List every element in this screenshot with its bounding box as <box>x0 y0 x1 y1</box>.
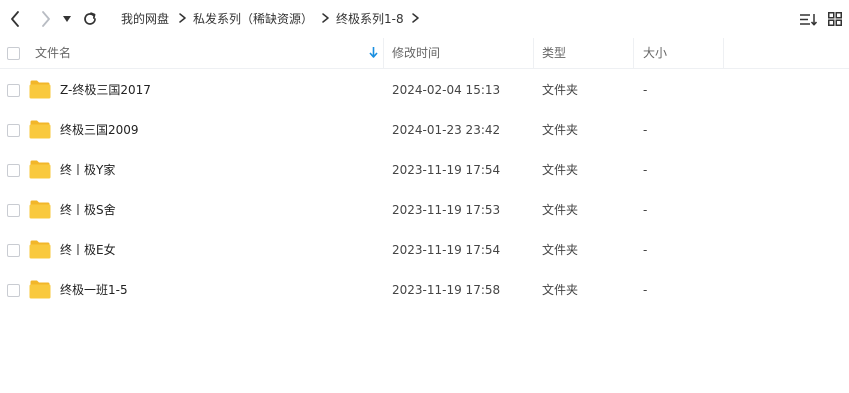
file-type: 文件夹 <box>542 83 579 97</box>
column-header-modified[interactable]: 修改时间 <box>392 46 440 60</box>
history-dropdown[interactable] <box>63 13 71 25</box>
file-modified: 2023-11-19 17:54 <box>392 243 501 257</box>
refresh-icon <box>84 12 96 25</box>
toolbar: 我的网盘 私发系列（稀缺资源） 终极系列1-8 <box>0 0 849 38</box>
file-name[interactable]: Z-终极三国2017 <box>60 83 151 97</box>
column-divider[interactable] <box>533 38 534 68</box>
column-divider[interactable] <box>383 38 384 68</box>
file-row[interactable]: 终丨极Y家 2023-11-19 17:54 文件夹 - <box>0 150 849 190</box>
file-type: 文件夹 <box>542 203 579 217</box>
column-header-type[interactable]: 类型 <box>542 46 566 60</box>
file-row[interactable]: 终极三国2009 2024-01-23 23:42 文件夹 - <box>0 110 849 150</box>
file-table-header: 文件名 修改时间 类型 大小 <box>0 38 849 69</box>
row-checkbox[interactable] <box>7 84 20 97</box>
file-size: - <box>643 283 648 297</box>
folder-icon <box>29 240 51 259</box>
breadcrumb-item-current[interactable]: 终极系列1-8 <box>336 11 404 27</box>
file-name[interactable]: 终丨极E女 <box>60 243 116 257</box>
file-size: - <box>643 243 648 257</box>
file-type: 文件夹 <box>542 163 579 177</box>
file-modified: 2024-01-23 23:42 <box>392 123 501 137</box>
sort-list-icon <box>799 13 817 26</box>
breadcrumb-item-root[interactable]: 我的网盘 <box>121 11 169 27</box>
file-type: 文件夹 <box>542 283 579 297</box>
back-button[interactable] <box>6 10 24 28</box>
folder-icon <box>29 160 51 179</box>
select-all-checkbox[interactable] <box>7 47 20 60</box>
file-type: 文件夹 <box>542 123 579 137</box>
row-checkbox[interactable] <box>7 204 20 217</box>
folder-icon <box>29 120 51 139</box>
file-name[interactable]: 终极一班1-5 <box>60 283 128 297</box>
row-checkbox[interactable] <box>7 124 20 137</box>
sort-down-arrow-icon[interactable] <box>369 47 378 61</box>
column-header-size[interactable]: 大小 <box>643 46 667 60</box>
file-modified: 2023-11-19 17:58 <box>392 283 501 297</box>
file-size: - <box>643 123 648 137</box>
row-checkbox[interactable] <box>7 164 20 177</box>
breadcrumb-item-private[interactable]: 私发系列（稀缺资源） <box>193 11 313 27</box>
folder-icon <box>29 200 51 219</box>
folder-icon <box>29 280 51 299</box>
file-size: - <box>643 203 648 217</box>
refresh-button[interactable] <box>81 10 99 28</box>
file-size: - <box>643 163 648 177</box>
grid-view-icon <box>828 12 842 26</box>
file-row[interactable]: Z-终极三国2017 2024-02-04 15:13 文件夹 - <box>0 70 849 110</box>
column-divider[interactable] <box>633 38 634 68</box>
file-size: - <box>643 83 648 97</box>
chevron-left-icon <box>11 11 19 27</box>
file-name[interactable]: 终丨极Y家 <box>60 163 115 177</box>
chevron-right-icon <box>42 11 50 27</box>
file-modified: 2023-11-19 17:53 <box>392 203 501 217</box>
file-list: Z-终极三国2017 2024-02-04 15:13 文件夹 - 终极三国20… <box>0 69 849 310</box>
row-checkbox[interactable] <box>7 244 20 257</box>
folder-icon <box>29 80 51 99</box>
breadcrumb-separator-icon <box>412 11 419 27</box>
sort-list-button[interactable] <box>799 11 817 27</box>
breadcrumb-separator-icon <box>179 11 186 27</box>
file-name[interactable]: 终极三国2009 <box>60 123 139 137</box>
file-row[interactable]: 终丨极S舍 2023-11-19 17:53 文件夹 - <box>0 190 849 230</box>
file-row[interactable]: 终极一班1-5 2023-11-19 17:58 文件夹 - <box>0 270 849 310</box>
file-row[interactable]: 终丨极E女 2023-11-19 17:54 文件夹 - <box>0 230 849 270</box>
column-divider[interactable] <box>723 38 724 68</box>
file-modified: 2023-11-19 17:54 <box>392 163 501 177</box>
file-type: 文件夹 <box>542 243 579 257</box>
row-checkbox[interactable] <box>7 284 20 297</box>
caret-down-icon <box>63 16 71 22</box>
file-name[interactable]: 终丨极S舍 <box>60 203 116 217</box>
grid-view-button[interactable] <box>827 11 843 27</box>
column-header-name[interactable]: 文件名 <box>35 46 71 60</box>
forward-button[interactable] <box>37 10 55 28</box>
file-modified: 2024-02-04 15:13 <box>392 83 501 97</box>
breadcrumb-separator-icon <box>322 11 329 27</box>
